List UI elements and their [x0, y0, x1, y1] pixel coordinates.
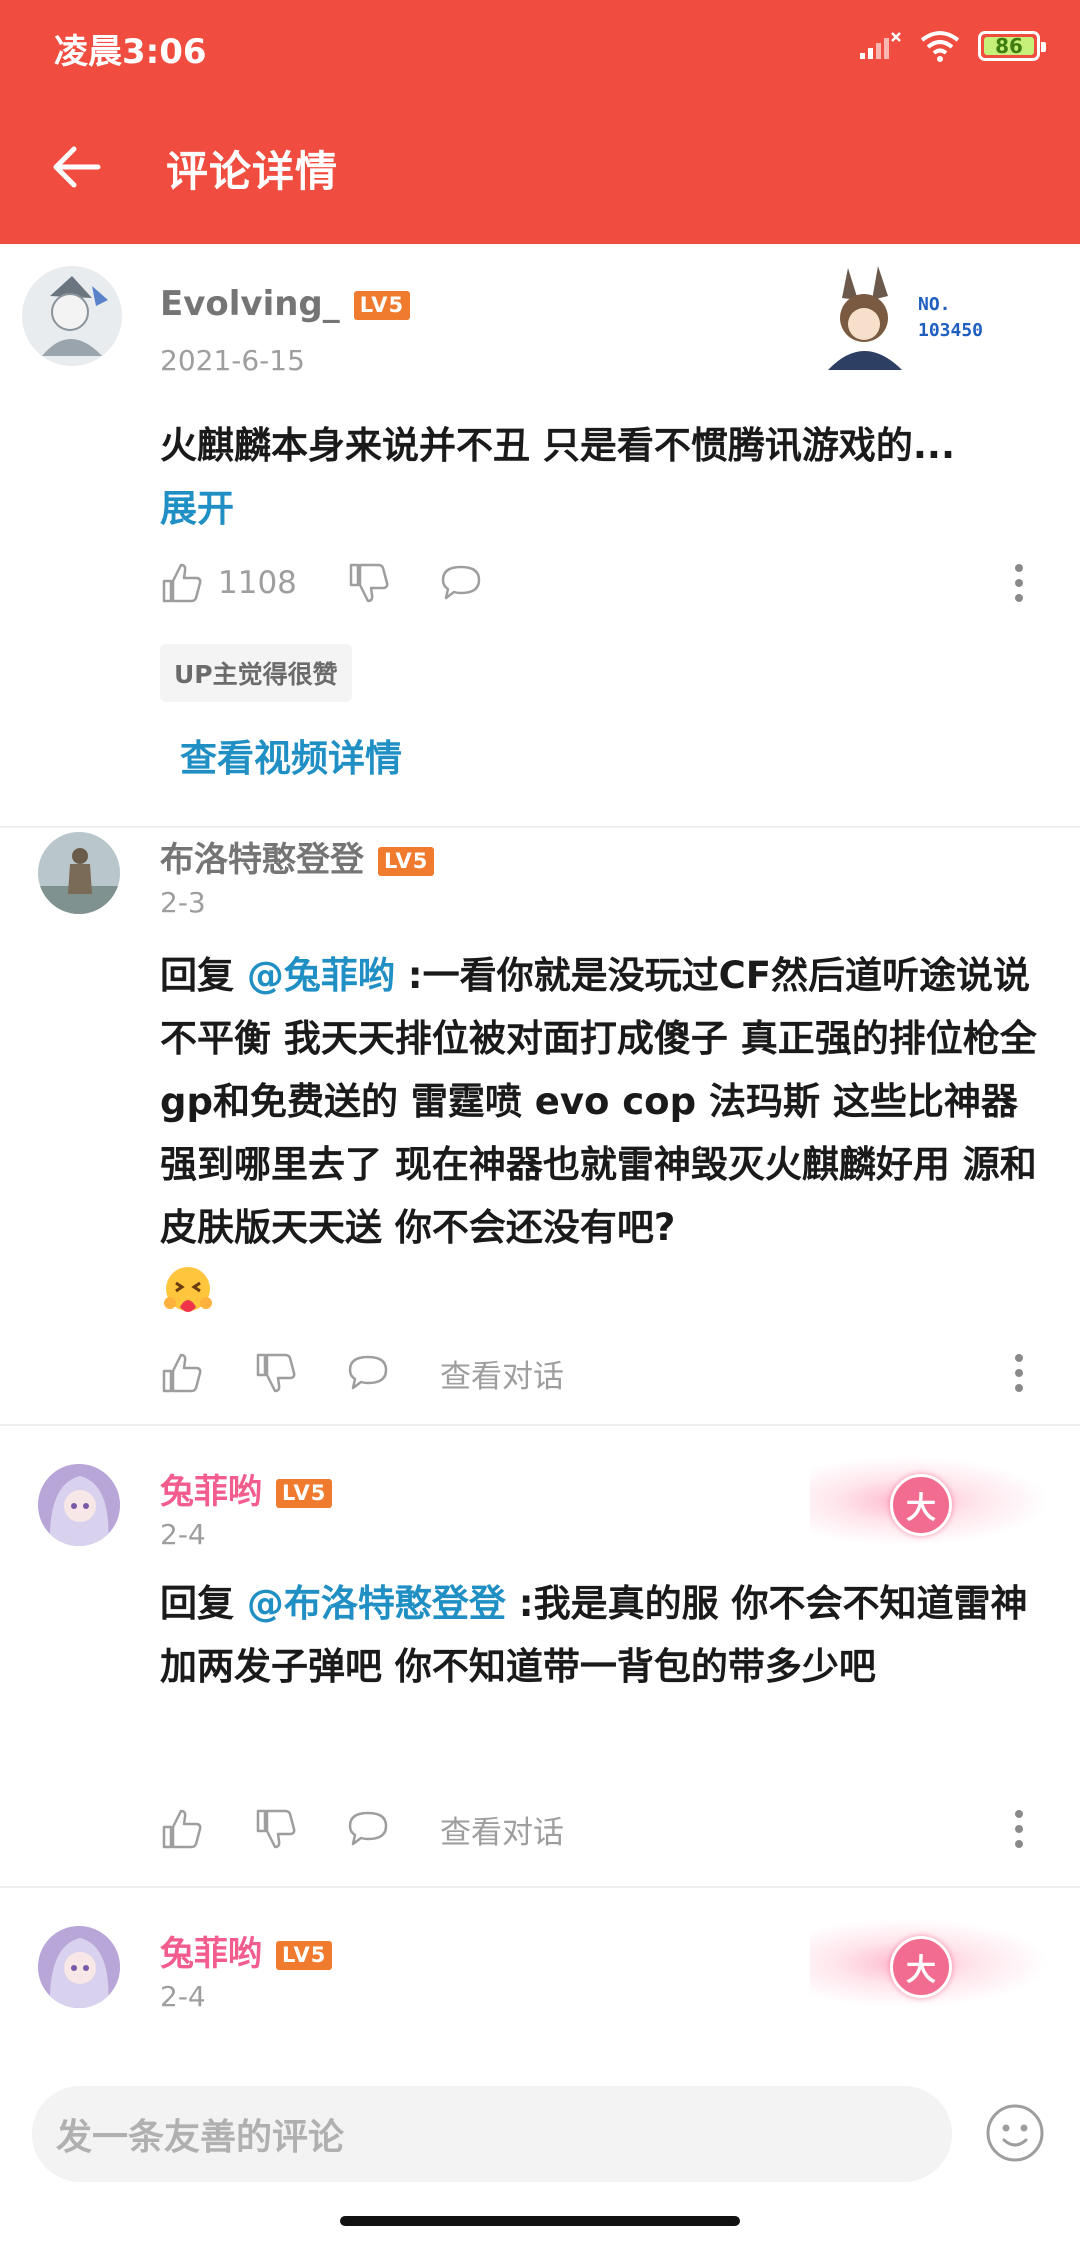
- emoji-icon[interactable]: [984, 2102, 1046, 2164]
- thumbs-down-icon[interactable]: [254, 1351, 298, 1395]
- mention-link[interactable]: @布洛特憨登登: [247, 1582, 506, 1625]
- status-time: 凌晨3:06: [54, 32, 207, 72]
- back-arrow-icon[interactable]: [46, 135, 110, 199]
- emoji-hug-icon: [160, 1263, 216, 1319]
- more-options-icon[interactable]: [1004, 1804, 1034, 1854]
- app-bar: 评论详情: [0, 90, 1080, 244]
- comment-date: 2-4: [160, 1980, 206, 2013]
- reply-prefix: 回复: [160, 1582, 247, 1625]
- avatar-pendant: 大: [810, 1456, 1050, 1546]
- comment-text: 火麒麟本身来说并不丑 只是看不惯腾讯游戏的... 展开: [160, 414, 1040, 540]
- reply-icon[interactable]: [346, 1351, 390, 1395]
- username-text[interactable]: 兔菲哟: [160, 1934, 262, 1974]
- comment-body: :一看你就是没玩过CF然后道听途说说不平衡 我天天排位被对面打成傻子 真正强的排…: [160, 954, 1037, 1249]
- view-conversation-link[interactable]: 查看对话: [440, 1807, 564, 1852]
- pendant-no-value: 103450: [918, 320, 984, 341]
- reply-prefix: 回复: [160, 954, 247, 997]
- comment-text: 回复 @兔菲哟 :一看你就是没玩过CF然后道听途说说不平衡 我天天排位被对面打成…: [160, 944, 1040, 1319]
- status-bar: 凌晨3:06 86: [0, 0, 1080, 90]
- comment-date: 2021-6-15: [160, 344, 305, 377]
- avatar-image: [22, 266, 122, 366]
- avatar[interactable]: [38, 1926, 120, 2008]
- view-video-details-link[interactable]: 查看视频详情: [180, 728, 402, 782]
- username[interactable]: 兔菲哟 LV5: [160, 1926, 333, 1975]
- comment-body: 火麒麟本身来说并不丑 只是看不惯腾讯游戏的...: [160, 424, 956, 467]
- reply-comment: 兔菲哟 LV5 2-4 大: [0, 1888, 1080, 2088]
- level-badge: LV5: [276, 1479, 333, 1508]
- more-options-icon[interactable]: [1004, 558, 1034, 608]
- avatar-image: [38, 832, 120, 914]
- signal-icon: [860, 32, 901, 59]
- reply-comment: 兔菲哟 LV5 2-4 大 回复 @布洛特憨登登 :我是真的服 你不会不知道雷神加…: [0, 1426, 1080, 1888]
- thumbs-up-icon[interactable]: [160, 1351, 204, 1395]
- more-options-icon[interactable]: [1004, 1348, 1034, 1398]
- avatar[interactable]: [38, 1464, 120, 1546]
- mention-link[interactable]: @兔菲哟: [247, 954, 395, 997]
- thumbs-up-icon[interactable]: [160, 561, 204, 605]
- comment-text: 回复 @布洛特憨登登 :我是真的服 你不会不知道雷神加两发子弹吧 你不知道带一背…: [160, 1572, 1040, 1698]
- battery-level: 86: [995, 34, 1023, 58]
- reply-icon[interactable]: [346, 1807, 390, 1851]
- avatar-image: [38, 1926, 120, 2008]
- thumbs-up-icon[interactable]: [160, 1807, 204, 1851]
- comment-input[interactable]: 发一条友善的评论: [32, 2086, 952, 2182]
- comment-actions: 查看对话: [160, 1804, 564, 1854]
- avatar-pendant: NO. 103450: [806, 262, 1026, 372]
- username[interactable]: 兔菲哟 LV5: [160, 1464, 333, 1513]
- comment-actions: 1108: [160, 558, 483, 608]
- comment-actions: 查看对话: [160, 1348, 564, 1398]
- comment-date: 2-3: [160, 886, 206, 919]
- username-text[interactable]: 布洛特憨登登: [160, 840, 364, 880]
- level-badge: LV5: [353, 291, 411, 320]
- username[interactable]: Evolving_ LV5: [160, 284, 411, 324]
- pendant-number: NO. 103450: [918, 292, 983, 344]
- pendant-character-icon: [828, 266, 902, 370]
- avatar[interactable]: [22, 266, 122, 366]
- thumbs-down-icon[interactable]: [254, 1807, 298, 1851]
- root-comment: Evolving_ LV5 2021-6-15 NO. 103450 火麒麟本身来…: [0, 244, 1080, 828]
- status-icons: 86: [858, 26, 1046, 66]
- up-liked-chip: UP主觉得很赞: [160, 644, 352, 702]
- home-indicator[interactable]: [340, 2216, 740, 2226]
- reply-icon[interactable]: [439, 561, 483, 605]
- view-conversation-link[interactable]: 查看对话: [440, 1351, 564, 1396]
- thumbs-down-icon[interactable]: [347, 561, 391, 605]
- expand-link[interactable]: 展开: [160, 477, 1040, 540]
- username-text[interactable]: 兔菲哟: [160, 1472, 262, 1512]
- avatar-image: [38, 1464, 120, 1546]
- username-text[interactable]: Evolving_: [160, 284, 340, 324]
- level-badge: LV5: [378, 847, 435, 876]
- username[interactable]: 布洛特憨登登 LV5: [160, 832, 435, 881]
- avatar-pendant: 大: [810, 1918, 1050, 2008]
- battery-icon: 86: [978, 31, 1046, 61]
- comment-date: 2-4: [160, 1518, 206, 1551]
- big-member-badge: 大: [890, 1936, 952, 1998]
- reply-comment: 布洛特憨登登 LV5 2-3 回复 @兔菲哟 :一看你就是没玩过CF然后道听途说说…: [0, 828, 1080, 1426]
- comment-list: Evolving_ LV5 2021-6-15 NO. 103450 火麒麟本身来…: [0, 244, 1080, 2088]
- level-badge: LV5: [276, 1941, 333, 1970]
- page-title: 评论详情: [166, 147, 339, 196]
- avatar[interactable]: [38, 832, 120, 914]
- pendant-no-label: NO.: [918, 294, 951, 315]
- big-member-badge: 大: [890, 1474, 952, 1536]
- wifi-icon: [920, 31, 960, 62]
- like-count: 1108: [218, 565, 297, 601]
